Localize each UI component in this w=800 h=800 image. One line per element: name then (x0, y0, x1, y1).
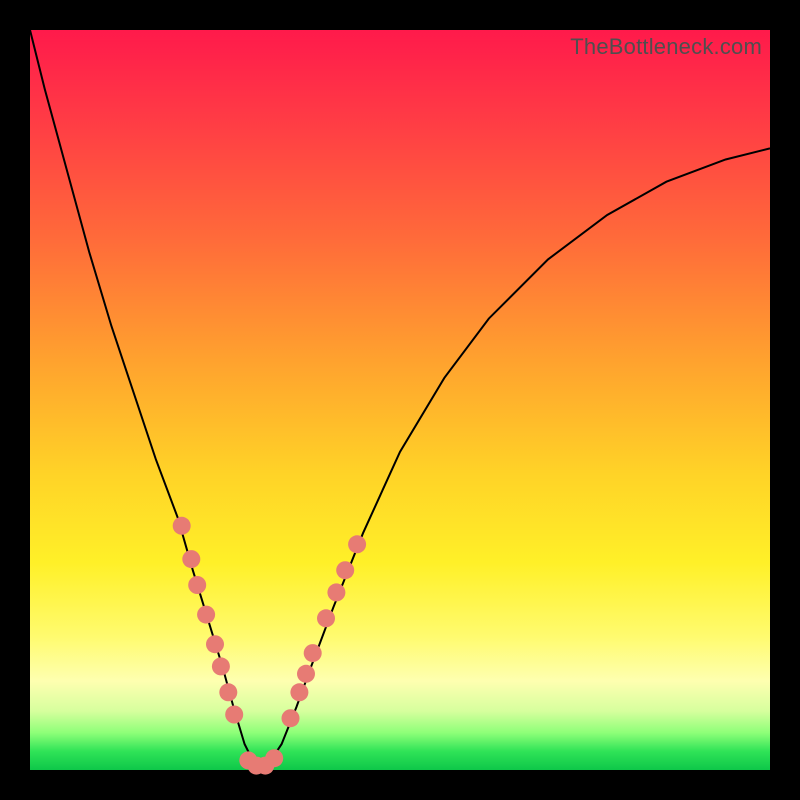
marker-dot (225, 706, 243, 724)
chart-frame: TheBottleneck.com (0, 0, 800, 800)
marker-dot (317, 609, 335, 627)
marker-dot (297, 665, 315, 683)
marker-dot (219, 683, 237, 701)
marker-dot (265, 749, 283, 767)
marker-dot (197, 606, 215, 624)
marker-dot (304, 644, 322, 662)
curve-svg (30, 30, 770, 770)
marker-dot (182, 550, 200, 568)
marker-dot (206, 635, 224, 653)
dots-group (173, 517, 366, 775)
bottleneck-curve (30, 30, 770, 766)
marker-dot (212, 657, 230, 675)
curve-group (30, 30, 770, 766)
marker-dot (327, 583, 345, 601)
marker-dot (348, 535, 366, 553)
marker-dot (290, 683, 308, 701)
marker-dot (336, 561, 354, 579)
marker-dot (188, 576, 206, 594)
marker-dot (173, 517, 191, 535)
marker-dot (282, 709, 300, 727)
plot-area: TheBottleneck.com (30, 30, 770, 770)
